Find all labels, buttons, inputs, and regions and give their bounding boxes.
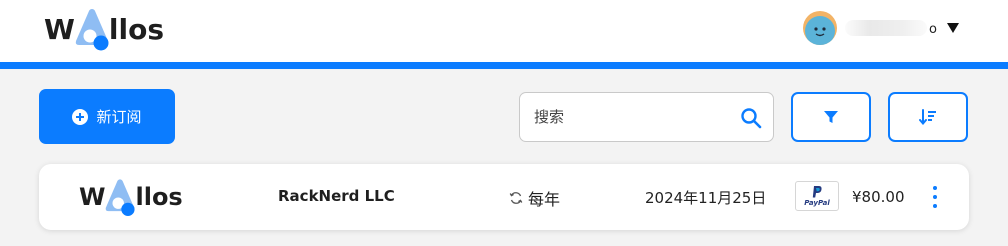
- app-logo[interactable]: W llos: [44, 4, 164, 54]
- search-icon[interactable]: [740, 107, 762, 129]
- logo-suffix: llos: [108, 12, 164, 46]
- subscription-next-payment: 2024年11月25日: [645, 189, 767, 207]
- logo-prefix: W: [44, 12, 75, 46]
- subscription-logo: W llos: [79, 173, 183, 221]
- header-accent-bar: [0, 62, 1008, 69]
- more-options-icon[interactable]: [929, 186, 941, 208]
- plus-circle-icon: [72, 108, 89, 125]
- refresh-icon: [509, 192, 523, 204]
- sort-icon: [919, 109, 936, 125]
- avatar[interactable]: [803, 11, 837, 45]
- username-tail: o: [929, 21, 937, 37]
- subscription-card[interactable]: W llos RackNerd LLC 每年 2024年11月25日 PayPa…: [39, 164, 969, 230]
- subscription-name: RackNerd LLC: [278, 187, 395, 205]
- subscription-cycle: 每年: [509, 186, 560, 210]
- logo-prefix: W: [79, 183, 106, 211]
- new-subscription-button[interactable]: 新订阅: [39, 89, 175, 144]
- user-menu[interactable]: o: [803, 10, 959, 46]
- search-input[interactable]: [534, 105, 724, 129]
- new-subscription-label: 新订阅: [96, 108, 142, 126]
- username-blurred: [845, 20, 927, 36]
- sort-button[interactable]: [888, 92, 968, 142]
- filter-icon: [824, 111, 838, 123]
- paypal-icon: PayPal: [795, 181, 839, 211]
- top-header: W llos o: [0, 0, 1008, 62]
- subscription-price: ¥80.00: [852, 188, 905, 206]
- logo-mark-icon: [105, 177, 136, 217]
- logo-suffix: llos: [135, 183, 183, 211]
- payment-method-label: PayPal: [804, 199, 830, 207]
- logo-mark-icon: [75, 7, 109, 51]
- search-box[interactable]: [519, 92, 774, 142]
- filter-button[interactable]: [791, 92, 871, 142]
- chevron-down-icon[interactable]: [946, 23, 959, 33]
- subscription-cycle-label: 每年: [528, 190, 561, 209]
